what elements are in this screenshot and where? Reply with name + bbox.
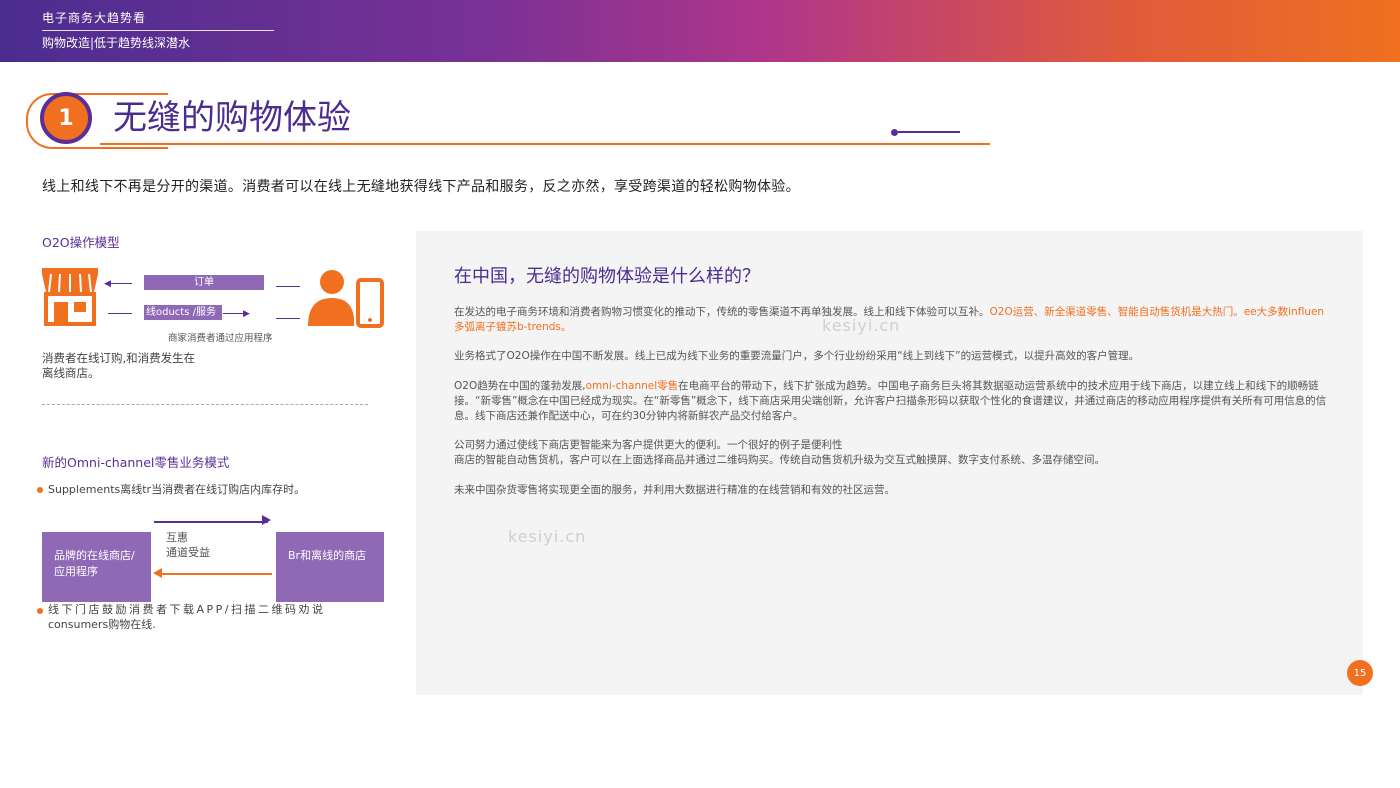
- order-arrow-line: [108, 283, 132, 284]
- offline-store-box: Br和离线的商店: [276, 532, 384, 602]
- panel-paragraph-4: 公司努力通过使线下商店更智能来为客户提供更大的便利。一个很好的例子是便利性 商店…: [454, 439, 1105, 466]
- connector-line: [276, 286, 300, 287]
- person-with-phone-icon: [308, 270, 384, 328]
- section-divider: [42, 404, 368, 405]
- connector-line: [276, 318, 300, 319]
- arrow-right-icon: [262, 515, 271, 525]
- panel-title: 在中国，无缝的购物体验是什么样的？: [454, 266, 760, 287]
- intro-text: 线上和线下不再是分开的渠道。消费者可以在线上无缝地获得线下产品和服务，反之亦然，…: [42, 179, 800, 195]
- header-sub-label: 购物改造|低于趋势线深潜水: [42, 36, 191, 50]
- model-caption: 商家消费者通过应用程序: [168, 333, 273, 344]
- omni-bullet-1: Supplements离线tr当消费者在线订购店内库存时。: [48, 483, 306, 496]
- omni-bullet-2: 线下门店鼓励消费者下载APP/扫描二维码劝说 consumers购物在线.: [48, 603, 326, 631]
- online-store-box: 品牌的在线商店/应用程序: [42, 532, 151, 602]
- header-top-label: 电子商务大趋势看: [42, 11, 147, 25]
- arrow-left-icon: ◀: [104, 279, 111, 289]
- return-arrow-line: [160, 573, 272, 575]
- panel-paragraph-5: 未来中国杂货零售将实现更全面的服务，并利用大数据进行精准的在线营销和有效的社区运…: [454, 484, 895, 496]
- arrow-left-icon: [153, 568, 162, 578]
- order-label: 订单: [144, 275, 264, 290]
- o2o-section-title: O2O操作模型: [42, 235, 120, 250]
- watermark: kesiyi.cn: [508, 527, 587, 546]
- mutual-benefit-label: 互惠 通道受益: [166, 531, 210, 559]
- store-icon: [42, 268, 98, 326]
- decorative-line: [898, 131, 960, 133]
- page-title: 无缝的购物体验: [113, 98, 351, 138]
- products-arrow-line: [223, 313, 245, 314]
- o2o-description: 消费者在线订购,和消费发生在离线商店。: [42, 351, 196, 380]
- title-underline: [100, 143, 990, 145]
- products-services-label: 线oducts /服务: [144, 305, 222, 320]
- panel-paragraph-1: 在发达的电子商务环境和消费者购物习惯变化的推动下，传统的零售渠道不再单独发展。线…: [454, 306, 1325, 333]
- mutual-arrow-line: [154, 521, 268, 523]
- panel-paragraph-2: 业务格式了O2O操作在中国不断发展。线上已成为线下业务的重要流量门户，多个行业纷…: [454, 350, 1140, 362]
- omni-section-title: 新的Omni-channel零售业务模式: [42, 455, 230, 470]
- header-banner: 电子商务大趋势看 购物改造|低于趋势线深潜水: [0, 0, 1400, 62]
- header-rule: [42, 30, 274, 31]
- arrow-right-icon: ▶: [243, 309, 250, 319]
- bullet-icon: [37, 487, 43, 493]
- bullet-icon: [37, 608, 43, 614]
- panel-paragraph-3: O2O趋势在中国的蓬勃发展,omni-channel零售在电商平台的带动下，线下…: [454, 380, 1327, 422]
- section-number-badge: 1: [40, 92, 92, 144]
- connector-line: [108, 313, 132, 314]
- page-number: 15: [1347, 660, 1373, 686]
- decorative-dot: [891, 129, 898, 136]
